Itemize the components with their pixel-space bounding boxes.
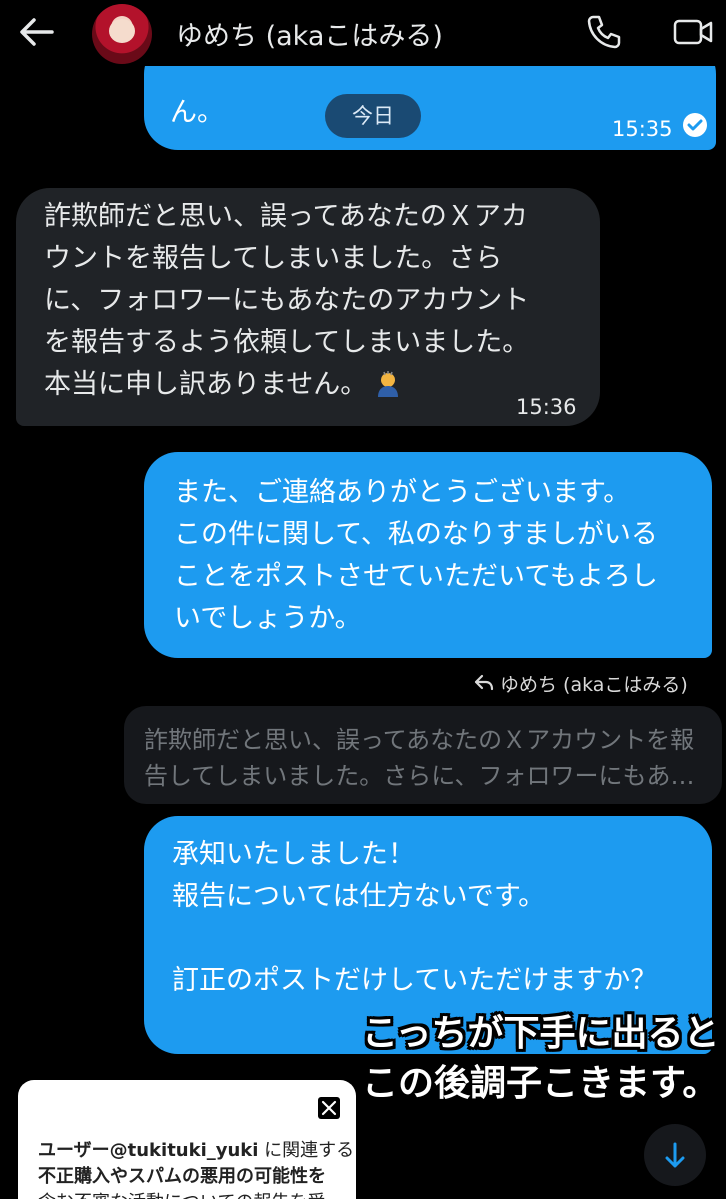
reply-arrow-icon — [474, 672, 494, 692]
sent-message-bubble[interactable]: また、ご連絡ありがとうございます。 この件に関して、私のなりすましがいる ことを… — [144, 452, 712, 658]
arrow-down-icon — [665, 1142, 685, 1168]
video-camera-icon — [673, 19, 713, 45]
message-line: ウントを報告してしまいました。さら — [44, 243, 503, 274]
message-text: 本当に申し訳ありません。 — [44, 369, 368, 400]
overlay-caption-line-1: こっちが下手に出ると — [362, 1013, 720, 1054]
conversation-header: ゆめち (akaこはみる) — [0, 0, 726, 66]
message-line: 報告については仕方ないです。 — [172, 881, 546, 912]
date-divider: 今日 — [325, 94, 421, 138]
card-line: 不正購入やスパムの悪用の可能性を — [38, 1164, 356, 1190]
quoted-message[interactable]: 詐欺師だと思い、誤ってあなたのＸアカウントを報 告してしまいました。さらに、フォ… — [124, 706, 722, 804]
message-text: ん。 — [170, 97, 224, 128]
video-call-button[interactable] — [672, 14, 714, 50]
message-line: ことをポストさせていただいてもよろし — [174, 561, 658, 592]
x-logo-icon — [318, 1097, 340, 1119]
overlay-caption-line-2: この後調子こきます。 — [362, 1063, 719, 1104]
reply-to-name: ゆめち (akaこはみる) — [500, 674, 688, 696]
message-line: に、フォロワーにもあなたのアカウント — [44, 285, 530, 316]
message-line-blank — [172, 918, 712, 960]
call-button[interactable] — [584, 12, 624, 52]
reply-to-label: ゆめち (akaこはみる) — [500, 670, 688, 697]
conversation-title[interactable]: ゆめち (akaこはみる) — [176, 14, 443, 53]
message-line: いでしょうか。 — [174, 603, 362, 634]
message-time: 15:36 — [516, 395, 577, 419]
card-line: ユーザー@tukituki_yuki に関連する — [38, 1138, 356, 1164]
quoted-line: 詐欺師だと思い、誤ってあなたのＸアカウントを報 — [144, 726, 695, 754]
message-line: 承知いたしました！ — [172, 839, 415, 870]
card-text: に関連する — [258, 1140, 355, 1161]
message-line: また、ご連絡ありがとうございます。 — [174, 477, 631, 508]
message-time: 15:35 — [612, 117, 673, 141]
message-line: を報告するよう依頼してしまいました。 — [44, 327, 530, 358]
message-line: 詐欺師だと思い、誤ってあなたのＸアカ — [44, 201, 528, 232]
message-line: 訂正のポストだけしていただけますか？ — [172, 965, 658, 996]
notice-card[interactable]: ユーザー@tukituki_yuki に関連する 不正購入やスパムの悪用の可能性… — [18, 1080, 356, 1199]
read-check-icon — [682, 112, 708, 138]
arrow-left-icon — [20, 18, 54, 46]
received-message-bubble[interactable]: 詐欺師だと思い、誤ってあなたのＸアカ ウントを報告してしまいました。さら に、フ… — [16, 188, 600, 426]
message-line: この件に関して、私のなりすましがいる — [174, 519, 658, 550]
back-button[interactable] — [18, 14, 58, 50]
phone-icon — [587, 15, 621, 49]
card-line: 含む不審な活動についての報告を受 — [38, 1190, 356, 1199]
quoted-line: 告してしまいました。さらに、フォロワーにもあ… — [144, 762, 695, 790]
bowing-person-emoji — [373, 369, 403, 399]
scroll-to-bottom-button[interactable] — [644, 1124, 706, 1186]
avatar[interactable] — [92, 4, 152, 64]
card-user-handle: ユーザー@tukituki_yuki — [38, 1140, 259, 1161]
card-text: 不正購入やスパムの悪用の可能性を — [38, 1166, 326, 1187]
